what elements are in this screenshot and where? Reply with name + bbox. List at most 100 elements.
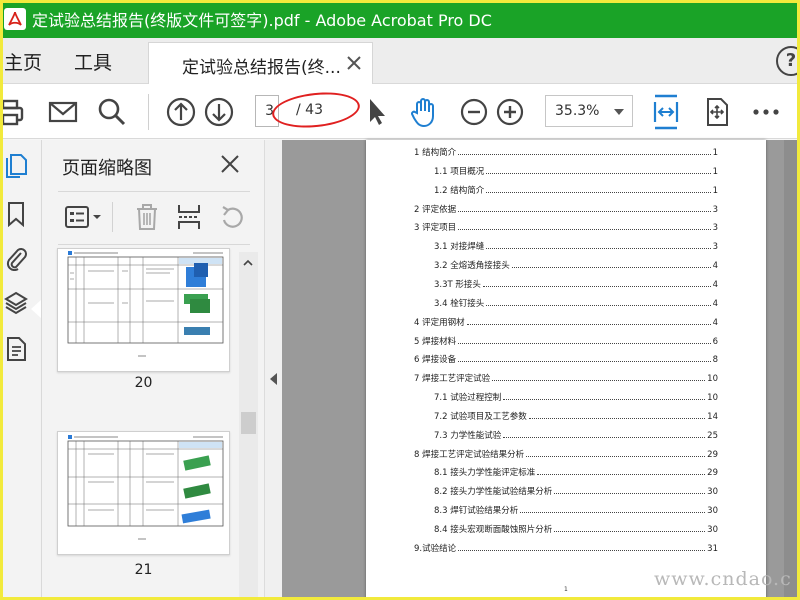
chevron-down-icon <box>614 109 624 115</box>
toc-entry-title: 1.2 结构简介 <box>434 185 485 196</box>
toc-entry[interactable]: 8.4 接头宏观断面酸蚀照片分析 30 <box>434 521 718 535</box>
toc-entry-title: 4 评定用钢材 <box>414 317 465 328</box>
toc-leader-dots <box>458 342 711 344</box>
toc-entry[interactable]: 8.3 焊钉试验结果分析 30 <box>434 502 718 516</box>
toc-entry[interactable]: 5 焊接材料 6 <box>414 333 718 347</box>
toc-entry[interactable]: 7 焊接工艺评定试验 10 <box>414 370 718 384</box>
toolbar-divider <box>148 94 149 130</box>
zoom-select[interactable]: 35.3% <box>545 95 633 127</box>
toc-entry-title: 1.1 项目概况 <box>434 166 485 177</box>
page-up-icon[interactable] <box>165 96 197 128</box>
layers-icon[interactable] <box>4 290 28 316</box>
toc-entry-title: 7.1 试验过程控制 <box>434 393 502 404</box>
hand-tool-icon[interactable] <box>408 96 440 128</box>
delete-page-icon[interactable] <box>134 202 160 232</box>
toc-entry-title: 9.试验结论 <box>414 543 457 554</box>
toc-entry[interactable]: 3 评定项目 3 <box>414 219 718 233</box>
page-thumbnail[interactable] <box>57 248 230 372</box>
attachments-icon[interactable] <box>4 245 28 271</box>
scroll-mode-icon[interactable] <box>701 96 733 128</box>
acrobat-logo-icon <box>4 8 26 30</box>
document-tab[interactable]: 定试验总结报告(终... <box>148 42 373 84</box>
toc-entry-page: 1 <box>712 166 718 177</box>
toc-entry-title: 8.3 焊钉试验结果分析 <box>434 506 519 517</box>
toc-entry[interactable]: 3.3T 形接头 4 <box>434 276 718 290</box>
toc-entry-title: 1 结构简介 <box>414 148 457 158</box>
thumbnail-page-number: 21 <box>134 562 153 578</box>
chevron-up-icon[interactable] <box>243 258 253 268</box>
search-icon[interactable] <box>96 96 128 128</box>
insert-page-icon[interactable] <box>176 202 202 232</box>
select-cursor-icon[interactable] <box>362 96 394 128</box>
toc-leader-dots <box>486 191 711 193</box>
zoom-out-icon[interactable] <box>458 96 490 128</box>
toc-entry[interactable]: 4 评定用钢材 4 <box>414 314 718 328</box>
page-content-icon[interactable] <box>4 336 28 362</box>
toc-entry[interactable]: 7.3 力学性能试验 25 <box>434 427 718 441</box>
panel-collapse-handle[interactable] <box>264 140 282 600</box>
zoom-in-icon[interactable] <box>494 96 526 128</box>
document-scrollbar[interactable] <box>784 140 800 600</box>
toc-entry[interactable]: 9.试验结论 31 <box>414 540 718 554</box>
toc-leader-dots <box>486 304 711 306</box>
left-navigation-rail <box>0 140 42 600</box>
toc-leader-dots <box>486 248 711 250</box>
toc-entry[interactable]: 7.2 试验项目及工艺参数 14 <box>434 408 718 422</box>
page-down-icon[interactable] <box>203 96 235 128</box>
toc-entry-page: 3 <box>712 242 718 253</box>
toc-entry[interactable]: 1.2 结构简介 1 <box>434 182 718 196</box>
toc-leader-dots <box>503 399 706 401</box>
tools-tab[interactable]: 工具 <box>74 48 112 75</box>
toc-entry-page: 10 <box>707 374 718 385</box>
toc-entry-title: 5 焊接材料 <box>414 336 457 347</box>
more-icon[interactable] <box>750 96 782 128</box>
toc-entry-title: 8.2 接头力学性能试验结果分析 <box>434 487 553 498</box>
toc-entry[interactable]: 8.1 接头力学性能评定标准 29 <box>434 464 718 478</box>
toc-entry[interactable]: 7.1 试验过程控制 10 <box>434 389 718 403</box>
toc-entry-page: 6 <box>712 336 718 347</box>
toc-leader-dots <box>458 154 711 155</box>
toc-entry[interactable]: 2 评定依据 3 <box>414 201 718 215</box>
toc-leader-dots <box>526 455 706 457</box>
email-icon[interactable] <box>47 96 79 128</box>
document-view[interactable]: 1 结构简介 1 1.1 项目概况 1 1.2 结构简介 1 2 评定依据 3 3 评定项目 3 3… <box>282 140 800 600</box>
rotate-page-icon[interactable] <box>218 202 246 232</box>
thumbnail-page-number: 20 <box>134 375 153 391</box>
toc-entry-page: 1 <box>712 148 718 158</box>
toc-entry-page: 14 <box>707 411 718 422</box>
toc-entry-title: 8.4 接头宏观断面酸蚀照片分析 <box>434 525 553 535</box>
page-thumbnail[interactable] <box>57 431 230 555</box>
toc-entry[interactable]: 8.2 接头力学性能试验结果分析 30 <box>434 483 718 497</box>
help-button[interactable]: ? <box>776 46 800 76</box>
toc-entry[interactable]: 6 焊接设备 8 <box>414 351 718 365</box>
zoom-value: 35.3% <box>555 103 600 119</box>
toc-entry[interactable]: 3.1 对接焊缝 3 <box>434 238 718 252</box>
thumbnail-scrollbar[interactable] <box>239 252 258 600</box>
toc-entry-title: 3.3T 形接头 <box>434 279 481 290</box>
page-footer-number: 1 <box>564 586 568 593</box>
fit-width-icon[interactable] <box>650 94 682 130</box>
bookmarks-icon[interactable] <box>4 201 28 227</box>
window-title: 定试验总结报告(终版文件可签字).pdf - Adobe Acrobat Pro… <box>32 11 492 30</box>
toc-entry[interactable]: 1 结构简介 1 <box>414 144 718 158</box>
toc-entry-title: 8.1 接头力学性能评定标准 <box>434 468 536 479</box>
toc-leader-dots <box>458 549 706 551</box>
close-icon[interactable] <box>220 154 240 174</box>
print-icon[interactable] <box>0 96 26 128</box>
document-page: 1 结构简介 1 1.1 项目概况 1 1.2 结构简介 1 2 评定依据 3 3 评定项目 3 3… <box>366 140 766 600</box>
thumbnail-options-icon[interactable] <box>64 202 102 232</box>
toc-entry[interactable]: 3.4 栓钉接头 4 <box>434 295 718 309</box>
toc-entry-page: 30 <box>707 487 718 498</box>
toc-entry[interactable]: 8 焊接工艺评定试验结果分析 29 <box>414 446 718 460</box>
home-tab[interactable]: 主页 <box>4 48 42 75</box>
toc-leader-dots <box>528 417 706 419</box>
toc-entry-page: 3 <box>712 204 718 215</box>
close-tab-icon[interactable] <box>346 55 362 71</box>
toc-entry-page: 4 <box>712 261 718 272</box>
toc-entry[interactable]: 3.2 全熔透角接接头 4 <box>434 257 718 271</box>
scrollbar-thumb[interactable] <box>241 412 256 434</box>
toc-entry[interactable]: 1.1 项目概况 1 <box>434 163 718 177</box>
toc-entry-title: 8 焊接工艺评定试验结果分析 <box>414 449 525 460</box>
page-thumbnails-icon[interactable] <box>4 154 28 180</box>
toc-entry-page: 3 <box>712 223 718 234</box>
